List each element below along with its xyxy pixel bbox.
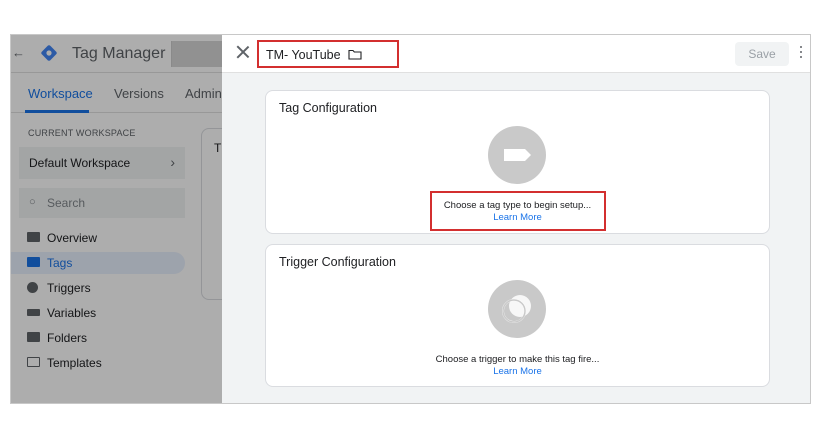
more-options-icon[interactable] xyxy=(800,46,803,60)
save-button[interactable]: Save xyxy=(735,42,789,66)
screenshot-frame: ← Tag Manager Workspace Versions Admin C… xyxy=(10,34,811,404)
tag-type-placeholder[interactable] xyxy=(488,126,546,184)
tag-setup-message: Choose a tag type to begin setup... xyxy=(443,200,592,211)
trigger-icon xyxy=(502,295,531,323)
tag-editor-panel: TM- YouTube Save Tag Configuration Choos… xyxy=(222,35,810,403)
trigger-setup-message: Choose a trigger to make this tag fire..… xyxy=(435,354,600,365)
trigger-configuration-title: Trigger Configuration xyxy=(279,255,396,269)
tag-name-field[interactable]: TM- YouTube xyxy=(266,48,341,62)
tag-configuration-title: Tag Configuration xyxy=(279,101,377,115)
folder-icon[interactable] xyxy=(348,49,362,60)
trigger-placeholder[interactable] xyxy=(488,280,546,338)
tag-configuration-card[interactable]: Tag Configuration Choose a tag type to b… xyxy=(265,90,770,234)
trigger-learn-more-link[interactable]: Learn More xyxy=(266,366,769,377)
panel-header: TM- YouTube Save xyxy=(222,35,810,73)
tag-icon xyxy=(504,149,531,161)
tag-name-highlight: TM- YouTube xyxy=(257,40,399,68)
setup-message-highlight xyxy=(430,191,606,231)
tag-learn-more-link[interactable]: Learn More xyxy=(266,212,769,223)
close-icon[interactable] xyxy=(234,43,252,61)
trigger-configuration-card[interactable]: Trigger Configuration Choose a trigger t… xyxy=(265,244,770,387)
modal-scrim[interactable] xyxy=(11,35,222,403)
